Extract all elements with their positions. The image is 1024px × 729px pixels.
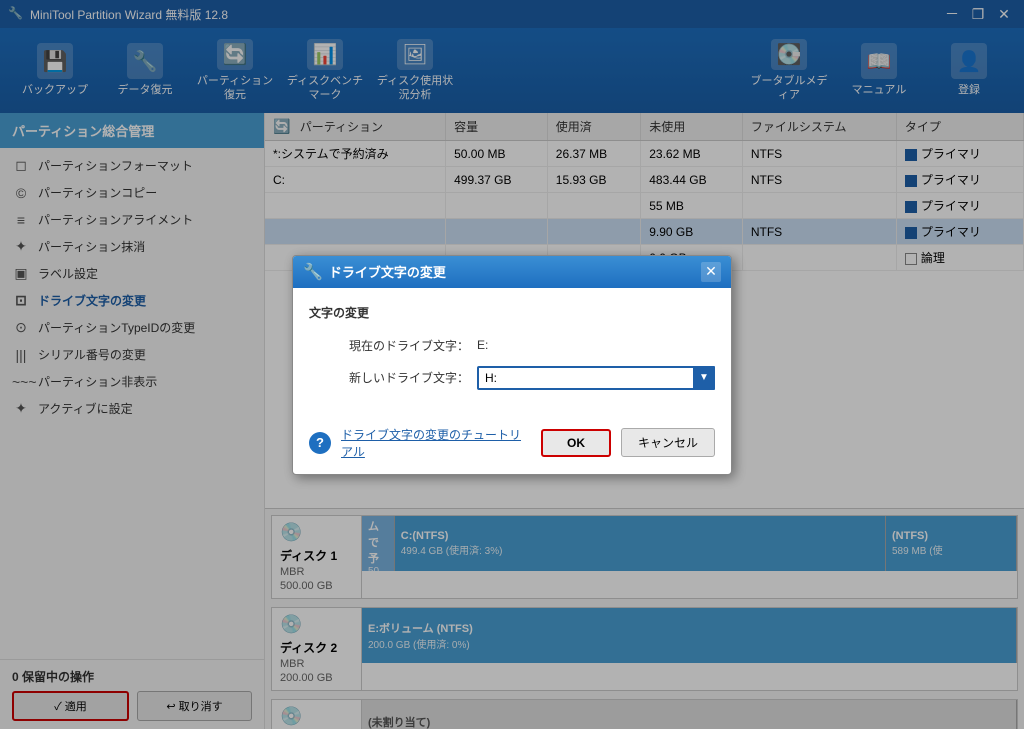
dialog-title-bar: 🔧 ドライブ文字の変更 ✕: [293, 256, 731, 288]
dialog-body: 文字の変更 現在のドライブ文字： E: 新しいドライブ文字： H: I: J: …: [293, 288, 731, 418]
help-icon: ?: [309, 432, 331, 454]
dialog-select-wrapper: H: I: J: K: L: M: N: ▼: [477, 366, 715, 390]
dialog-overlay: 🔧 ドライブ文字の変更 ✕ 文字の変更 現在のドライブ文字： E: 新しいドライ…: [0, 0, 1024, 729]
new-drive-letter-select[interactable]: H: I: J: K: L: M: N:: [477, 366, 715, 390]
dialog-cancel-button[interactable]: キャンセル: [621, 428, 715, 457]
dialog: 🔧 ドライブ文字の変更 ✕ 文字の変更 現在のドライブ文字： E: 新しいドライ…: [292, 255, 732, 475]
dialog-close-button[interactable]: ✕: [701, 262, 721, 282]
dialog-title-text: ドライブ文字の変更: [329, 262, 695, 281]
dialog-current-label: 現在のドライブ文字：: [309, 337, 469, 354]
dialog-new-row: 新しいドライブ文字： H: I: J: K: L: M: N: ▼: [309, 366, 715, 390]
dialog-footer: ? ドライブ文字の変更のチュートリアル OK キャンセル: [293, 418, 731, 474]
dialog-section-title: 文字の変更: [309, 304, 715, 323]
dialog-current-value: E:: [477, 338, 488, 352]
dialog-current-row: 現在のドライブ文字： E:: [309, 337, 715, 354]
dialog-title-icon: 🔧: [303, 262, 323, 282]
dialog-new-label: 新しいドライブ文字：: [309, 369, 469, 386]
help-link[interactable]: ドライブ文字の変更のチュートリアル: [341, 426, 531, 460]
dialog-ok-button[interactable]: OK: [541, 429, 611, 457]
